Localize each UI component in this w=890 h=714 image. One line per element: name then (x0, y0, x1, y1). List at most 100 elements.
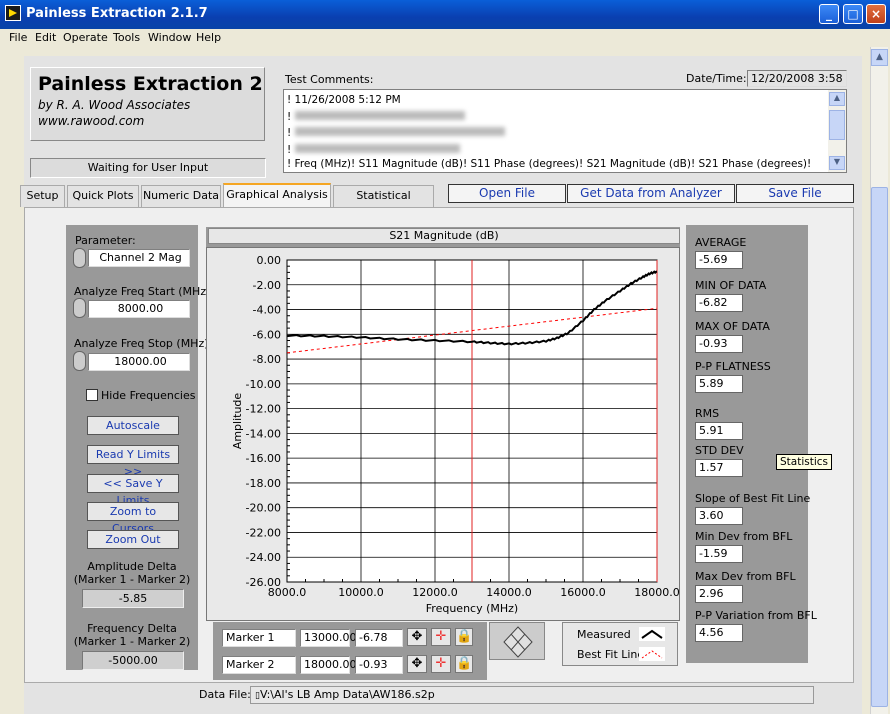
y-tick-label: -26.00 (246, 576, 281, 589)
lock-icon[interactable]: 🔒 (455, 628, 473, 646)
parameter-select[interactable]: Channel 2 Mag (88, 249, 190, 267)
move-cursor-icon[interactable]: ✥ (407, 655, 427, 673)
marker2-amp[interactable]: -0.93 (355, 656, 403, 674)
scroll-thumb[interactable] (871, 187, 888, 707)
marker1-freq[interactable]: 13000.00 (300, 629, 357, 647)
freq-start-input[interactable]: 8000.00 (88, 300, 190, 318)
cursor-style-icon[interactable]: ✛ (431, 628, 451, 646)
cursor-style-icon[interactable]: ✛ (431, 655, 451, 673)
move-cursor-icon[interactable]: ✥ (407, 628, 427, 646)
datetime-value: 12/20/2008 3:58 (747, 70, 847, 87)
x-tick-label: 10000.0 (338, 586, 384, 599)
read-y-limits-button[interactable]: Read Y Limits >> (87, 445, 179, 478)
marker1-name[interactable]: Marker 1 (222, 629, 296, 647)
stat-label: P-P FLATNESS (695, 360, 771, 373)
window-scrollbar[interactable]: ▲ (870, 47, 888, 714)
maximize-button[interactable]: □ (843, 4, 863, 24)
logo-title: Painless Extraction 2 (38, 73, 263, 95)
comments-label: Test Comments: (285, 73, 374, 86)
stat-label: STD DEV (695, 444, 744, 457)
marker2-name[interactable]: Marker 2 (222, 656, 296, 674)
chart-title: S21 Magnitude (dB) (208, 228, 680, 244)
scroll-down-icon[interactable]: ▼ (829, 156, 845, 170)
datafile-path[interactable]: ▯V:\Al's LB Amp Data\AW186.s2p (250, 686, 814, 704)
marker2-freq[interactable]: 18000.00 (300, 656, 357, 674)
statistics-tooltip: Statistics (776, 454, 832, 470)
menu-help[interactable]: Help (196, 31, 221, 44)
comment-line: ! (287, 124, 826, 141)
menu-edit[interactable]: Edit (35, 31, 56, 44)
stat-label: Slope of Best Fit Line (695, 492, 811, 505)
stat-value: 5.89 (695, 375, 743, 393)
y-tick-label: -2.00 (253, 279, 281, 292)
hide-frequencies-checkbox[interactable] (86, 389, 98, 401)
y-tick-label: -22.00 (246, 526, 281, 539)
y-tick-label: -24.00 (246, 551, 281, 564)
zoom-out-button[interactable]: Zoom Out (87, 530, 179, 549)
tab-statistical-analysis[interactable]: Statistical Analysis (333, 185, 434, 222)
legend-measured-swatch (639, 627, 665, 641)
comment-line: ! (287, 108, 826, 125)
freq-stop-label: Analyze Freq Stop (MHz) (74, 337, 209, 350)
comment-line: ! (287, 141, 826, 158)
y-tick-label: -10.00 (246, 378, 281, 391)
status-indicator: Waiting for User Input (30, 158, 266, 178)
parameter-label: Parameter: (75, 234, 136, 247)
logo-url: www.rawood.com (38, 114, 145, 128)
app-icon (5, 5, 21, 21)
stat-label: RMS (695, 407, 720, 420)
y-tick-label: -14.00 (246, 427, 281, 440)
stat-value: 4.56 (695, 624, 743, 642)
y-tick-label: -20.00 (246, 502, 281, 515)
chart-svg[interactable]: 8000.0 10000.0 12000.0 14000.0 16000.0 18000.… (207, 248, 681, 622)
logo-byline: by R. A. Wood Associates (38, 98, 191, 112)
window-title: Painless Extraction 2.1.7 (26, 6, 208, 21)
zoom-to-cursors-button[interactable]: Zoom to Cursors (87, 502, 179, 535)
freq-stop-input[interactable]: 18000.00 (88, 353, 190, 371)
menu-bar: File Edit Operate Tools Window Help (0, 29, 890, 47)
stat-label: MIN OF DATA (695, 279, 767, 292)
scroll-up-icon[interactable]: ▲ (829, 92, 845, 106)
stepper-icon[interactable] (73, 351, 86, 371)
y-tick-label: -4.00 (253, 304, 281, 317)
chart-area: 8000.0 10000.0 12000.0 14000.0 16000.0 18000.… (206, 247, 680, 621)
logo-panel: Painless Extraction 2 by R. A. Wood Asso… (30, 67, 265, 141)
tab-quick-plots[interactable]: Quick Plots (67, 185, 139, 207)
minimize-button[interactable]: _ (819, 4, 839, 24)
save-y-limits-button[interactable]: << Save Y Limits (87, 474, 179, 507)
ring-stepper-icon[interactable] (73, 248, 86, 268)
save-file-button[interactable]: Save File (736, 184, 854, 203)
marker1-amp[interactable]: -6.78 (355, 629, 403, 647)
comment-line: ! Freq (MHz)! S11 Magnitude (dB)! S11 Ph… (287, 158, 812, 170)
hide-frequencies-label: Hide Frequencies (101, 389, 196, 402)
amplitude-delta-value: -5.85 (82, 589, 184, 608)
autoscale-button[interactable]: Autoscale (87, 416, 179, 435)
open-file-button[interactable]: Open File (448, 184, 566, 203)
tab-numeric-data[interactable]: Numeric Data (141, 185, 221, 207)
y-tick-label: -12.00 (246, 403, 281, 416)
datetime-label: Date/Time: (686, 72, 747, 85)
menu-tools[interactable]: Tools (113, 31, 140, 44)
pan-navigation-icon[interactable] (489, 622, 545, 660)
freq-start-label: Analyze Freq Start (MHz) (74, 285, 211, 298)
menu-file[interactable]: File (9, 31, 27, 44)
comments-textarea[interactable]: ! 11/26/2008 5:12 PM ! ! ! ! Freq (MHz)!… (283, 89, 847, 173)
stepper-icon[interactable] (73, 298, 86, 318)
x-tick-label: 16000.0 (560, 586, 606, 599)
menu-window[interactable]: Window (148, 31, 191, 44)
tab-graphical-analysis[interactable]: Graphical Analysis (223, 183, 331, 207)
scroll-thumb[interactable] (829, 110, 845, 140)
comment-line: ! 11/26/2008 5:12 PM (287, 94, 401, 106)
close-button[interactable]: × (866, 4, 886, 24)
title-bar: Painless Extraction 2.1.7 _ □ × (0, 0, 890, 29)
plot-legend: Measured Best Fit Line (562, 622, 678, 666)
datafile-value: V:\Al's LB Amp Data\AW186.s2p (259, 688, 435, 701)
get-data-button[interactable]: Get Data from Analyzer (567, 184, 735, 203)
stat-value: -5.69 (695, 251, 743, 269)
menu-operate[interactable]: Operate (63, 31, 108, 44)
comments-scrollbar[interactable]: ▲ ▼ (828, 90, 846, 172)
scroll-up-icon[interactable]: ▲ (871, 49, 888, 66)
tab-setup[interactable]: Setup (20, 185, 65, 207)
legend-bestfit-label: Best Fit Line (577, 648, 645, 661)
lock-icon[interactable]: 🔒 (455, 655, 473, 673)
